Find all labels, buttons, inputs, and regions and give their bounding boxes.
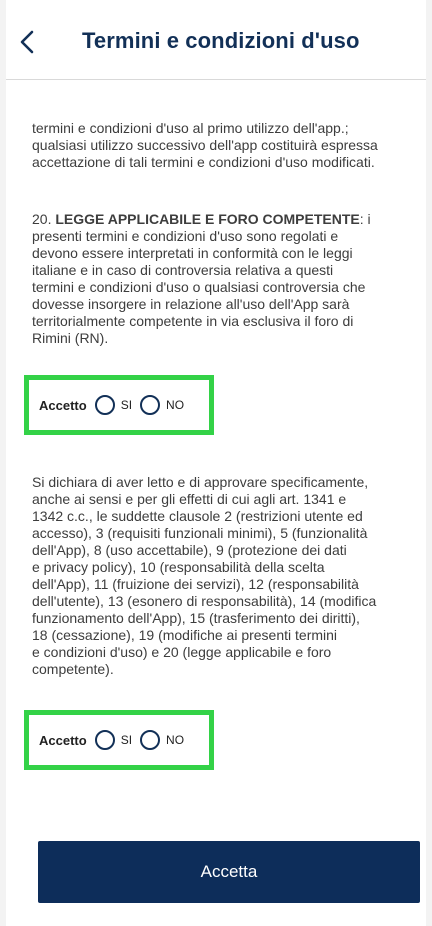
- consent-2-yes-radio[interactable]: [94, 730, 115, 750]
- consent-group-2: Accetto SI NO: [24, 710, 214, 770]
- terms-paragraph-20: 20. LEGGE APPLICABILE E FORO COMPETENTE:…: [32, 211, 400, 347]
- consent-1-no-label: NO: [166, 398, 185, 412]
- consent-2-no-radio[interactable]: [140, 730, 161, 750]
- page-title: Termini e condizioni d'uso: [82, 28, 360, 53]
- terms-text-acknowledgment: Si dichiara di aver letto e di approvare…: [32, 474, 377, 677]
- consent-1-yes-label: SI: [120, 398, 133, 412]
- consent-2-no-label: NO: [166, 733, 185, 747]
- terms-text-1: termini e condizioni d'uso al primo util…: [32, 120, 378, 170]
- consent-1-no-radio[interactable]: [140, 395, 161, 415]
- clause-number: 20.: [32, 211, 56, 227]
- header: Termini e condizioni d'uso: [6, 0, 426, 80]
- terms-paragraph-1: termini e condizioni d'uso al primo util…: [32, 120, 400, 171]
- consent-1-yes-radio[interactable]: [94, 395, 115, 415]
- clause-body: : i presenti termini e condizioni d'uso …: [32, 211, 371, 346]
- accept-button[interactable]: Accetta: [38, 841, 420, 903]
- back-button[interactable]: [8, 22, 48, 62]
- chevron-left-icon: [20, 30, 34, 54]
- clause-title: LEGGE APPLICABILE E FORO COMPETENTE: [55, 211, 360, 227]
- consent-label: Accetto: [39, 397, 87, 413]
- consent-label: Accetto: [39, 732, 87, 748]
- consent-group-1: Accetto SI NO: [24, 375, 214, 435]
- consent-2-yes-label: SI: [120, 733, 133, 747]
- terms-text-20: 20. LEGGE APPLICABILE E FORO COMPETENTE:…: [32, 211, 400, 347]
- terms-paragraph-acknowledgment: Si dichiara di aver letto e di approvare…: [32, 474, 400, 678]
- terms-screen: Termini e condizioni d'uso termini e con…: [6, 0, 426, 926]
